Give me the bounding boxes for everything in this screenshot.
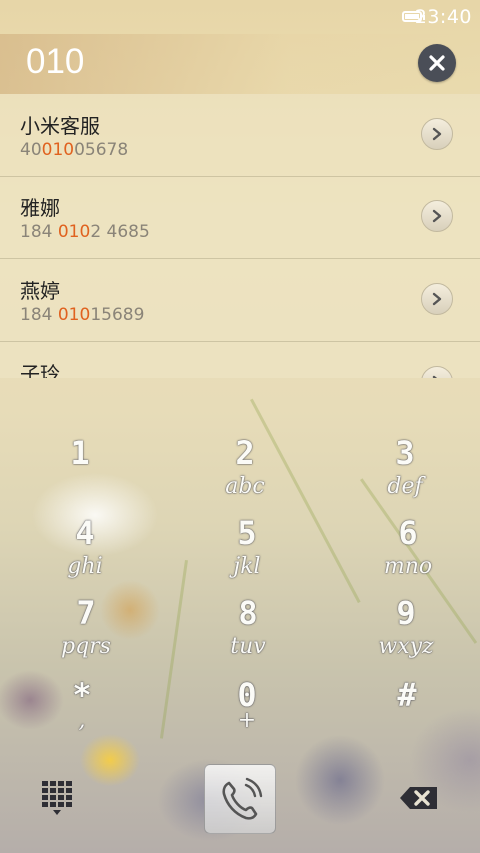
key-6[interactable]: 6 mno (328, 510, 480, 590)
key-8[interactable]: 8 tuv (168, 590, 328, 670)
key-1[interactable]: 1 (0, 430, 160, 510)
close-icon (429, 55, 445, 71)
key-7[interactable]: 7 pqrs (6, 590, 166, 670)
contact-name: 小米客服 (20, 114, 100, 138)
key-hash[interactable]: # (327, 672, 480, 752)
contact-results-list: 小米客服 4001005678 雅娜 184 0102 4685 燕婷 184 … (0, 94, 480, 378)
contact-detail-button[interactable] (421, 283, 453, 315)
contact-row[interactable]: 雅娜 184 0102 4685 (0, 176, 480, 259)
status-bar: 23:40 (0, 0, 480, 34)
key-0[interactable]: 0 + (167, 672, 327, 752)
key-9[interactable]: 9 wxyz (326, 590, 480, 670)
key-3[interactable]: 3 def (325, 430, 480, 510)
key-5[interactable]: 5 jkl (167, 510, 327, 590)
contact-number: 4001005678 (20, 140, 129, 160)
contact-name: 雅娜 (20, 196, 60, 220)
key-4[interactable]: 4 ghi (5, 510, 165, 590)
contact-detail-button[interactable] (421, 366, 453, 378)
key-2[interactable]: 2 abc (165, 430, 325, 510)
backspace-icon (400, 787, 437, 809)
clear-button[interactable] (418, 44, 456, 82)
contact-row[interactable]: 燕婷 184 01015689 (0, 259, 480, 342)
contact-name: 子玲 (20, 362, 60, 378)
chevron-right-icon (432, 209, 442, 223)
chevron-right-icon (432, 292, 442, 306)
key-star[interactable]: *, (2, 672, 162, 752)
phone-call-icon (222, 777, 263, 820)
chevron-right-icon (432, 375, 438, 378)
backspace-button[interactable] (398, 783, 440, 813)
dialed-number-input[interactable]: 010 (26, 42, 84, 82)
contact-detail-button[interactable] (421, 200, 453, 232)
dialed-number-bar: 010 (0, 34, 480, 94)
status-clock: 23:40 (414, 6, 472, 28)
contact-name: 燕婷 (20, 279, 60, 303)
dialer-bottom-bar (0, 755, 480, 853)
contact-number: 184 01015689 (20, 305, 145, 325)
dialpad-grid-icon (42, 781, 72, 815)
call-button[interactable] (204, 764, 276, 834)
chevron-right-icon (432, 127, 442, 141)
contact-detail-button[interactable] (421, 118, 453, 150)
dialpad: 1 2 abc 3 def 4 ghi 5 jkl 6 mno 7 pqrs 8 tuv 9w… (0, 380, 480, 755)
contact-row[interactable]: 小米客服 4001005678 (0, 94, 480, 177)
contact-number: 184 0102 4685 (20, 222, 150, 242)
contact-row[interactable]: 子玲 (0, 342, 480, 378)
dialpad-toggle-button[interactable] (40, 779, 80, 819)
